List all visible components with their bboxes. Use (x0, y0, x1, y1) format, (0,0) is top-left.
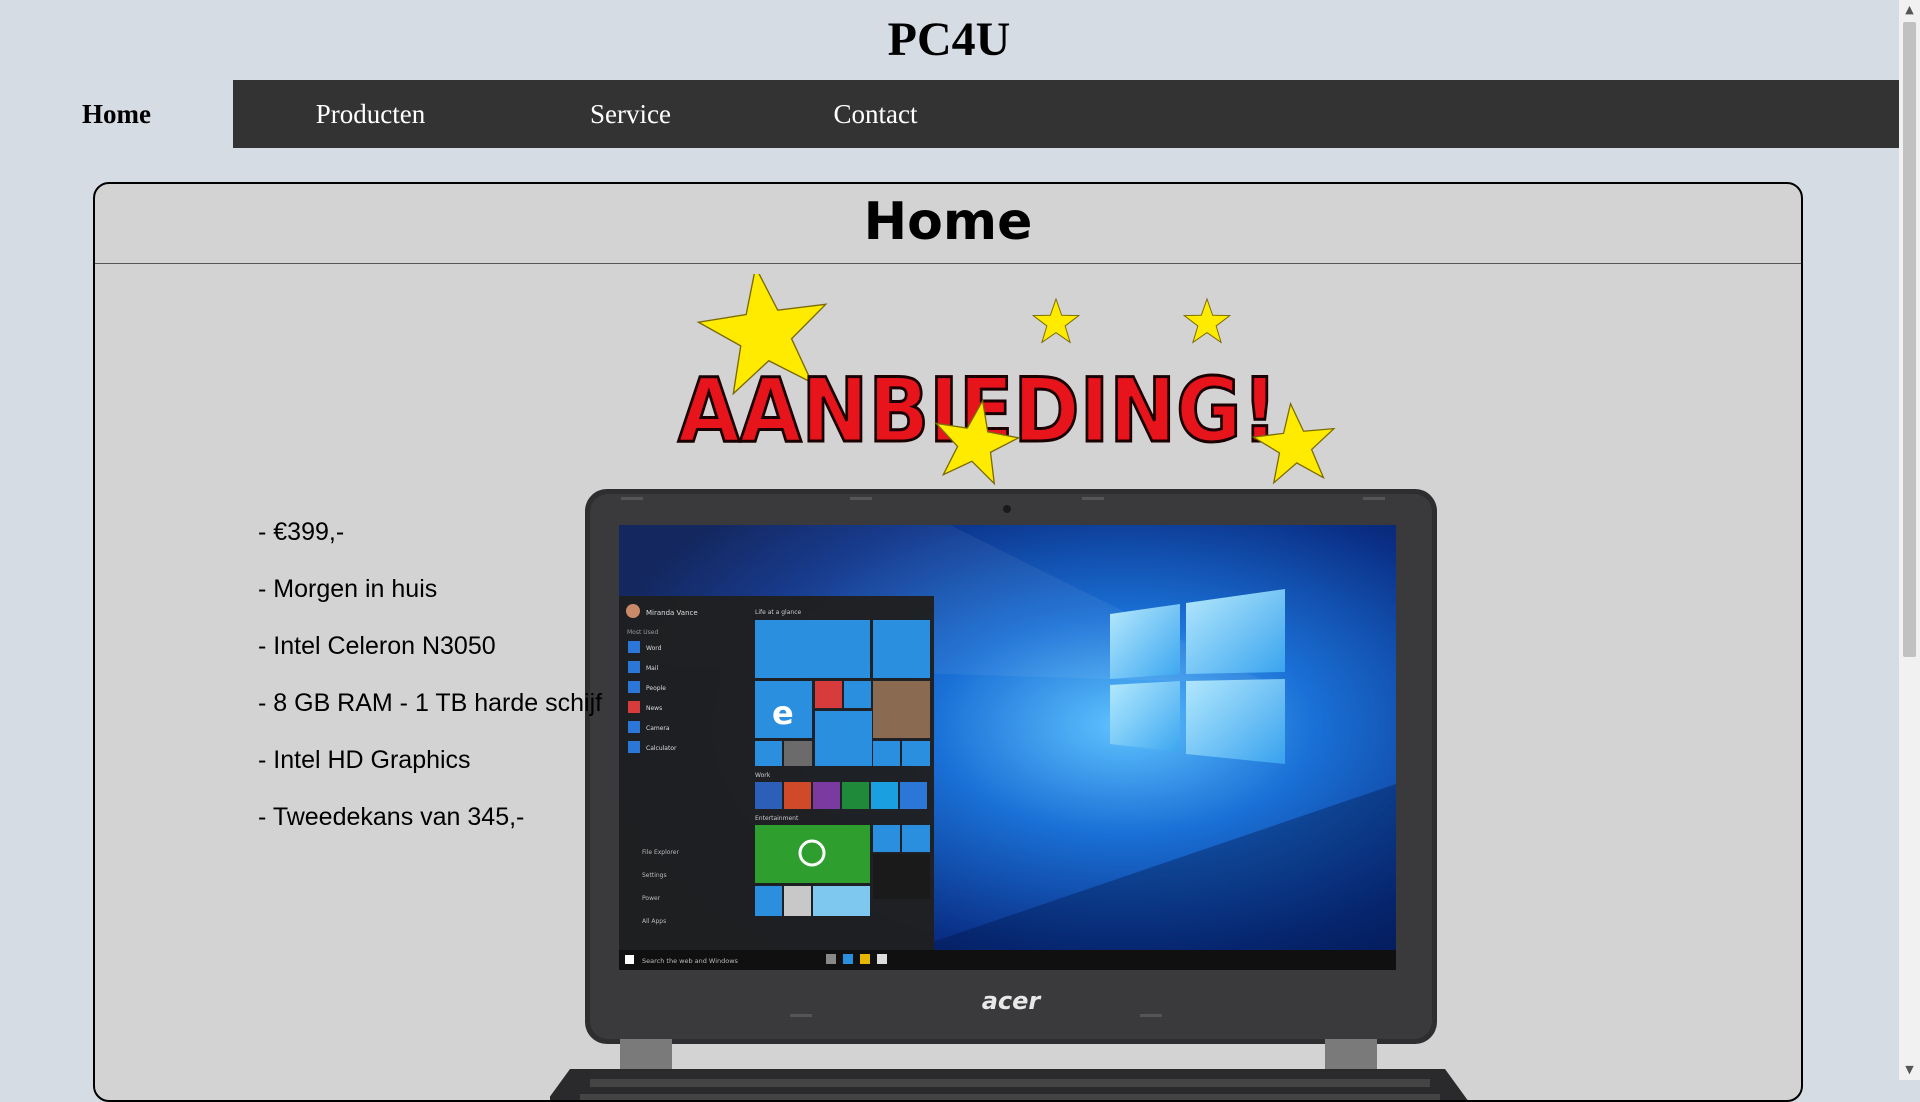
nav-item-contact[interactable]: Contact (753, 80, 998, 148)
nav-item-service[interactable]: Service (508, 80, 753, 148)
promo-banner: AANBIEDING! (677, 274, 1340, 488)
start-bottom-label: All Apps (642, 918, 666, 925)
feature-delivery: - Morgen in huis (258, 575, 438, 603)
scroll-down-arrow-icon[interactable]: ▼ (1899, 1060, 1920, 1080)
start-life-at-a-glance: Life at a glance (755, 609, 801, 616)
laptop-image: Miranda Vance Most Used Word Mail People… (550, 489, 1468, 1100)
feature-price: - €399,- (258, 518, 345, 546)
feature-memory-storage: - 8 GB RAM - 1 TB harde schijf (258, 689, 603, 717)
windows-start-icon (625, 955, 634, 964)
laptop-brand-logo: acer (982, 987, 1043, 1015)
main-nav: Home Producten Service Contact (0, 80, 1899, 148)
page-scrollbar[interactable]: ▲ ▼ (1899, 0, 1920, 1080)
site-title: PC4U (887, 13, 1011, 66)
scroll-up-arrow-icon[interactable]: ▲ (1899, 0, 1920, 20)
start-bottom-label: Power (642, 895, 661, 902)
feature-graphics: - Intel HD Graphics (258, 746, 471, 774)
feature-second-chance: - Tweedekans van 345,- (258, 803, 525, 831)
star-icon (1032, 298, 1080, 343)
start-menu-user: Miranda Vance (646, 609, 698, 617)
star-icon (1183, 298, 1231, 343)
start-entertainment-label: Entertainment (755, 815, 799, 822)
nav-item-home[interactable]: Home (0, 80, 233, 148)
content-card: Home AANBIEDING! (93, 182, 1803, 1102)
start-work-label: Work (755, 772, 771, 779)
start-app-label: Camera (646, 725, 670, 732)
start-app-label: Word (646, 645, 662, 652)
start-app-label: Mail (646, 665, 659, 672)
start-app-label: News (646, 705, 662, 712)
feature-list: - €399,- - Morgen in huis - Intel Celero… (258, 504, 602, 846)
start-bottom-label: Settings (642, 872, 667, 879)
start-app-label: People (646, 685, 666, 692)
edge-icon: e (772, 694, 794, 732)
feature-cpu: - Intel Celeron N3050 (258, 632, 496, 660)
taskbar-search: Search the web and Windows (642, 957, 739, 965)
start-bottom-label: File Explorer (642, 849, 679, 856)
nav-item-producten[interactable]: Producten (233, 80, 508, 148)
start-menu-most-used: Most Used (627, 629, 658, 636)
start-app-label: Calculator (646, 745, 677, 752)
page-heading: Home (95, 184, 1801, 264)
scrollbar-thumb[interactable] (1903, 22, 1916, 657)
